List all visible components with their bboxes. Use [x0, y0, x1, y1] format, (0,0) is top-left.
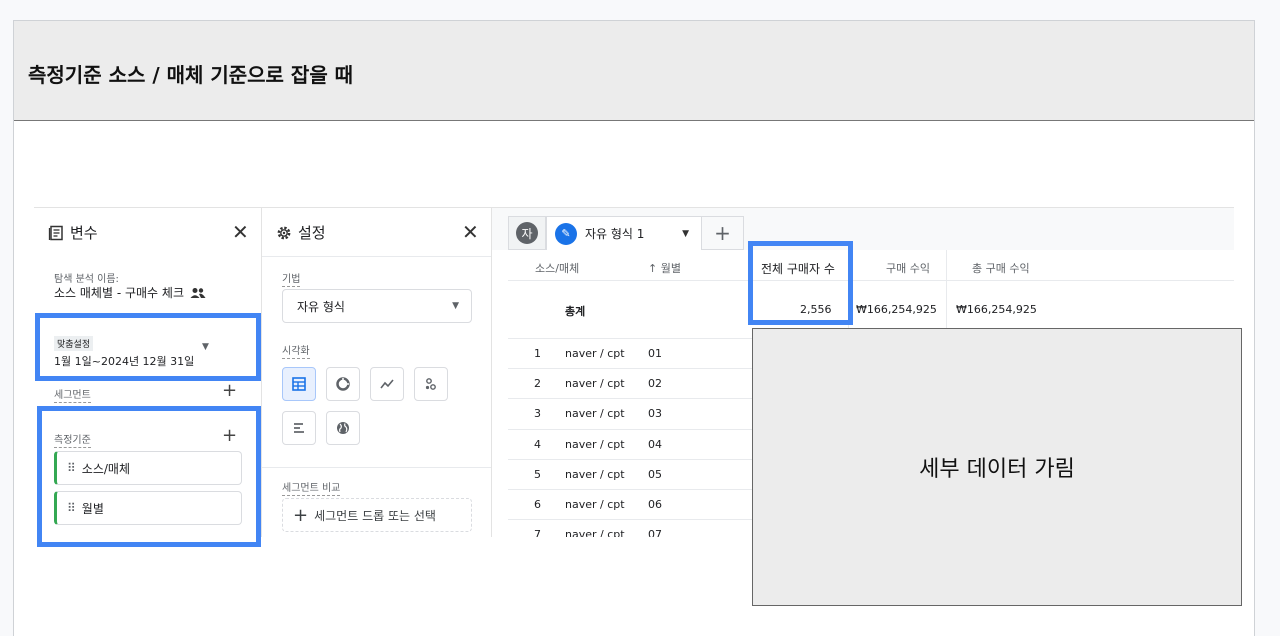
row-source-medium: naver / cpt [565, 498, 625, 511]
close-settings-button[interactable]: ✕ [462, 220, 479, 244]
divider [262, 467, 491, 468]
exploration-name[interactable]: 소스 매체별 - 구매수 체크 [54, 284, 206, 301]
segment-compare-label: 세그먼트 비교 [282, 479, 341, 496]
add-segment-button[interactable]: + [222, 380, 237, 401]
row-index: 4 [534, 437, 541, 451]
viz-donut-button[interactable] [326, 367, 360, 401]
segment-drop-zone[interactable]: + 세그먼트 드롭 또는 선택 [282, 498, 472, 532]
technique-label: 기법 [282, 270, 301, 287]
bar-chart-icon [294, 423, 304, 433]
chevron-down-icon[interactable]: ▼ [682, 229, 689, 239]
settings-panel: 설정 ✕ 기법 자유 형식 ▼ 시각화 세그먼트 비교 + 세그먼트 드롭 또는… [262, 207, 492, 537]
variables-header: 변수 [48, 222, 98, 243]
tab-bar: 자 ✎ 자유 형식 1 ▼ + [508, 216, 744, 250]
row-source-medium: naver / cpt [565, 467, 625, 481]
segment-label: 세그먼트 [54, 386, 91, 403]
line-chart-icon [380, 379, 394, 389]
page-title: 측정기준 소스 / 매체 기준으로 잡을 때 [28, 63, 354, 87]
row-index: 6 [534, 498, 541, 511]
row-index: 1 [534, 347, 541, 360]
tab-freeform-1[interactable]: ✎ 자유 형식 1 ▼ [546, 216, 702, 250]
row-index: 3 [534, 407, 541, 421]
add-tab-button[interactable]: + [702, 216, 744, 250]
totals-total-purchase-revenue: ₩166,254,925 [956, 303, 1037, 316]
chevron-down-icon: ▼ [452, 301, 459, 311]
close-variables-button[interactable]: ✕ [232, 220, 249, 244]
avatar: 자 [516, 222, 538, 244]
plus-icon: + [293, 504, 309, 526]
document-icon [48, 225, 63, 240]
technique-select[interactable]: 자유 형식 ▼ [282, 289, 472, 323]
row-source-medium: naver / cpt [565, 528, 625, 537]
row-month: 02 [648, 377, 662, 391]
viz-line-button[interactable] [370, 367, 404, 401]
title-bar: 측정기준 소스 / 매체 기준으로 잡을 때 [14, 21, 1254, 121]
header-divider [508, 280, 1234, 281]
tab-avatar[interactable]: 자 [508, 216, 546, 250]
exploration-name-text: 소스 매체별 - 구매수 체크 [54, 286, 184, 300]
row-source-medium: naver / cpt [565, 407, 625, 421]
table-icon [292, 377, 306, 391]
technique-value: 자유 형식 [297, 299, 345, 314]
gear-icon [277, 226, 291, 239]
totals-label: 총계 [565, 305, 586, 318]
header-purchase-revenue[interactable]: 구매 수익 [886, 260, 930, 276]
scatter-chart-icon [425, 378, 436, 390]
row-source-medium: naver / cpt [565, 437, 625, 451]
settings-title: 설정 [298, 224, 326, 242]
pencil-icon: ✎ [555, 222, 577, 245]
row-index: 5 [534, 467, 541, 481]
row-source-medium: naver / cpt [565, 347, 625, 360]
visualization-label: 시각화 [282, 342, 310, 359]
column-divider [946, 250, 947, 338]
row-month: 04 [648, 437, 662, 451]
segment-drop-text: 세그먼트 드롭 또는 선택 [314, 508, 436, 523]
people-icon [190, 287, 206, 298]
exploration-name-label: 탐색 분석 이름: [54, 274, 119, 285]
variables-title: 변수 [70, 224, 98, 242]
highlight-total-buyers [748, 241, 853, 325]
highlight-dimensions [37, 406, 261, 547]
viz-bar-button[interactable] [282, 411, 316, 445]
header-month[interactable]: ↑ 월별 [648, 260, 681, 276]
globe-icon [337, 422, 349, 434]
highlight-date-range [35, 313, 261, 381]
divider [262, 256, 491, 257]
row-month: 05 [648, 467, 662, 481]
hidden-data-label: 세부 데이터 가림 [919, 457, 1075, 482]
row-source-medium: naver / cpt [565, 377, 625, 391]
viz-scatter-button[interactable] [414, 367, 448, 401]
header-total-purchase-revenue[interactable]: 총 구매 수익 [972, 260, 1030, 276]
row-index: 7 [534, 528, 541, 537]
row-month: 07 [648, 528, 662, 537]
header-source-medium[interactable]: 소스/매체 [535, 260, 579, 276]
tab-label: 자유 형식 1 [585, 227, 645, 241]
row-month: 03 [648, 407, 662, 421]
viz-geo-button[interactable] [326, 411, 360, 445]
settings-header: 설정 [276, 222, 326, 243]
row-month: 06 [648, 498, 662, 511]
viz-table-button[interactable] [282, 367, 316, 401]
hidden-data-cover: 세부 데이터 가림 [752, 328, 1242, 606]
donut-chart-icon [336, 377, 350, 391]
row-index: 2 [534, 377, 541, 391]
totals-purchase-revenue: ₩166,254,925 [856, 303, 937, 316]
row-month: 01 [648, 347, 662, 360]
